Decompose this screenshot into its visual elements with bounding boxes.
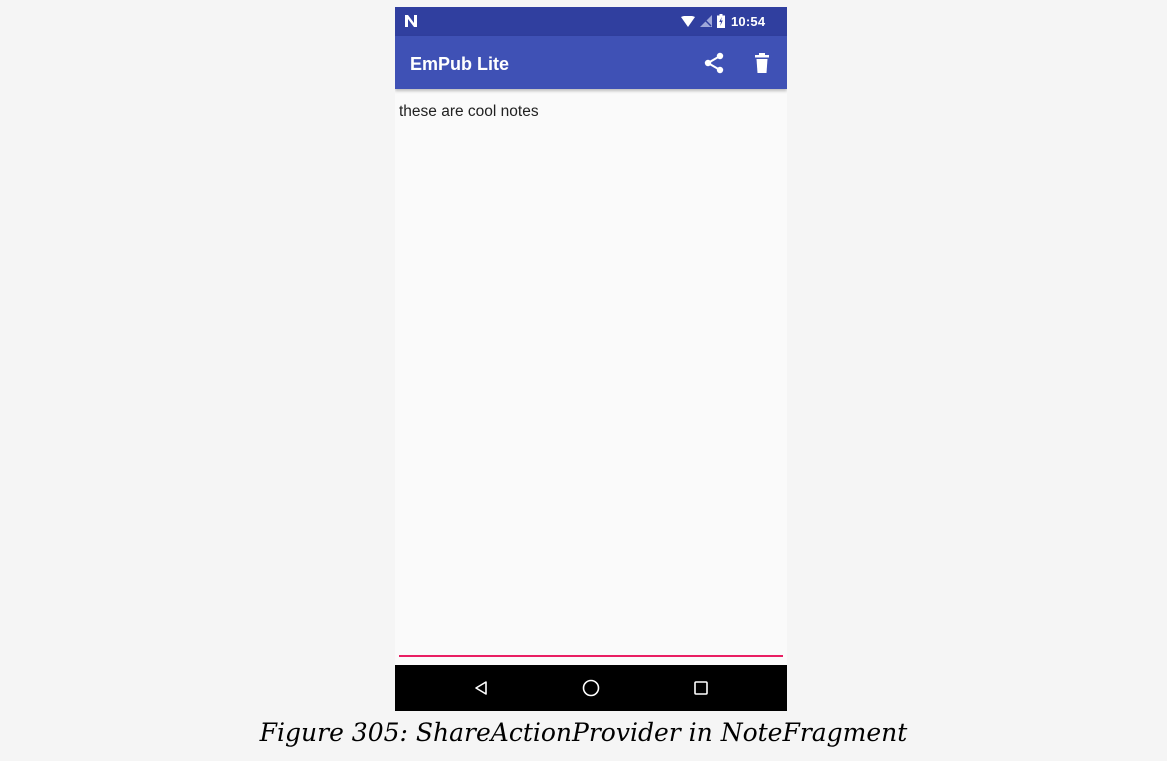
note-text[interactable]: these are cool notes	[399, 103, 539, 121]
no-signal-icon	[700, 15, 712, 27]
notification-n-icon	[405, 15, 417, 27]
back-icon[interactable]	[473, 680, 489, 696]
navigation-bar	[395, 665, 787, 711]
status-bar: 10:54	[395, 7, 787, 36]
recents-icon[interactable]	[693, 680, 709, 696]
status-time: 10:54	[731, 14, 766, 29]
share-icon[interactable]	[702, 51, 726, 75]
note-editor[interactable]: these are cool notes	[399, 89, 783, 661]
battery-charging-icon	[717, 14, 725, 28]
editor-underline	[399, 655, 783, 657]
delete-icon[interactable]	[754, 53, 770, 73]
app-title: EmPub Lite	[410, 54, 510, 74]
wifi-icon	[681, 16, 695, 27]
home-icon[interactable]	[582, 679, 600, 697]
phone-screen: 10:54 EmPub Lite these are cool notes	[395, 7, 787, 711]
figure-caption: Figure 305: ShareActionProvider in NoteF…	[259, 718, 908, 747]
app-toolbar: EmPub Lite	[395, 36, 787, 89]
